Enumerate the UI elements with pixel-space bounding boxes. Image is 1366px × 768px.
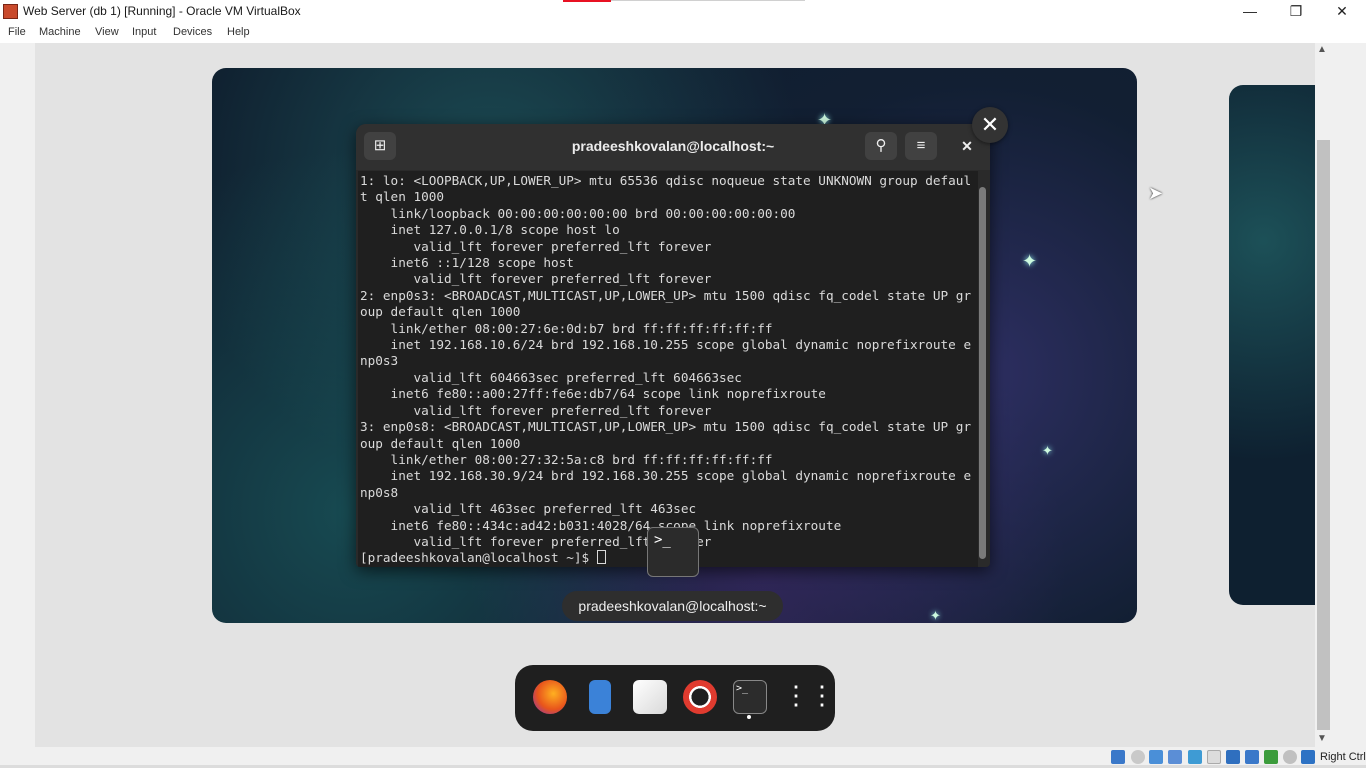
workspace-preview-next[interactable] <box>1229 85 1315 605</box>
hard-disk-icon[interactable] <box>1111 750 1125 764</box>
cpu-icon[interactable] <box>1264 750 1278 764</box>
terminal-line: inet6 fe80::a00:27ff:fe6e:db7/64 scope l… <box>360 386 826 402</box>
terminal-line: np0s3 <box>360 353 399 369</box>
terminal-text: 1: lo: <LOOPBACK,UP,LOWER_UP> mtu 65536 … <box>360 173 978 567</box>
close-window-icon[interactable]: ✕ <box>972 107 1008 143</box>
terminal-icon[interactable]: >_ <box>733 680 767 714</box>
help-icon[interactable] <box>683 680 717 714</box>
terminal-line: oup default qlen 1000 <box>360 435 521 451</box>
software-icon[interactable] <box>633 680 667 714</box>
mouse-pointer-icon: ➤ <box>1148 183 1164 203</box>
terminal-output[interactable]: 1: lo: <LOOPBACK,UP,LOWER_UP> mtu 65536 … <box>358 171 978 567</box>
window-caption: pradeeshkovalan@localhost:~ <box>562 591 783 621</box>
close-icon[interactable]: ✕ <box>1319 0 1365 23</box>
star-decoration: ✦ <box>1042 443 1053 458</box>
menu-devices[interactable]: Devices <box>173 26 212 38</box>
network-icon[interactable] <box>1168 750 1182 764</box>
menu-help[interactable]: Help <box>227 26 250 38</box>
files-icon[interactable] <box>589 680 611 714</box>
terminal-line: 3: enp0s8: <BROADCAST,MULTICAST,UP,LOWER… <box>360 419 972 435</box>
shared-folders-icon[interactable] <box>1207 750 1221 764</box>
terminal-close-icon[interactable]: ✕ <box>957 136 977 156</box>
star-decoration: ✦ <box>1022 251 1038 271</box>
scroll-down-icon[interactable]: ▼ <box>1317 733 1327 744</box>
terminal-line: link/ether 08:00:27:32:5a:c8 brd ff:ff:f… <box>360 451 773 467</box>
window-titlebar: Web Server (db 1) [Running] - Oracle VM … <box>0 0 1366 23</box>
star-decoration: ✦ <box>930 608 941 623</box>
terminal-line: valid_lft 463sec preferred_lft 463sec <box>360 501 697 517</box>
app-grid-icon[interactable]: ⋮⋮ <box>783 680 835 714</box>
terminal-line: valid_lft forever preferred_lft forever <box>360 238 712 254</box>
display-icon[interactable] <box>1226 750 1240 764</box>
terminal-line: 2: enp0s3: <BROADCAST,MULTICAST,UP,LOWER… <box>360 287 972 303</box>
virtualbox-icon <box>3 4 18 19</box>
menu-icon[interactable]: ≡ <box>905 132 937 160</box>
terminal-line: inet 192.168.30.9/24 brd 192.168.30.255 … <box>360 468 972 484</box>
terminal-scrollbar[interactable] <box>979 187 986 559</box>
firefox-icon[interactable] <box>533 680 567 714</box>
running-indicator <box>747 715 751 719</box>
terminal-line: np0s8 <box>360 484 399 500</box>
recording-icon[interactable] <box>1245 750 1259 764</box>
minimize-icon[interactable]: — <box>1227 0 1273 23</box>
menubar: File Machine View Input Devices Help <box>0 23 1366 43</box>
vm-scrollbar-thumb[interactable] <box>1317 140 1330 730</box>
usb-icon[interactable] <box>1188 750 1202 764</box>
titlebar-divider <box>611 0 805 1</box>
terminal-line: link/ether 08:00:27:6e:0d:b7 brd ff:ff:f… <box>360 320 773 336</box>
terminal-line: oup default qlen 1000 <box>360 304 521 320</box>
terminal-line: link/loopback 00:00:00:00:00:00 brd 00:0… <box>360 205 796 221</box>
search-icon[interactable]: ⚲ <box>865 132 897 160</box>
titlebar-accent <box>563 0 611 2</box>
terminal-app-icon: >_ <box>647 527 699 577</box>
host-key-label: Right Ctrl <box>1320 751 1366 763</box>
scroll-up-icon[interactable]: ▲ <box>1317 44 1327 55</box>
terminal-line: inet 192.168.10.6/24 brd 192.168.10.255 … <box>360 337 972 353</box>
terminal-line: inet 127.0.0.1/8 scope host lo <box>360 222 620 238</box>
terminal-headerbar: ⊞ pradeeshkovalan@localhost:~ ⚲ ≡ ✕ <box>356 124 990 170</box>
menu-view[interactable]: View <box>95 26 119 38</box>
prompt-text: [pradeeshkovalan@localhost ~]$ <box>360 550 597 566</box>
host-key-icon[interactable] <box>1301 750 1315 764</box>
terminal-line: 1: lo: <LOOPBACK,UP,LOWER_UP> mtu 65536 … <box>360 173 972 188</box>
menu-file[interactable]: File <box>8 26 26 38</box>
terminal-window[interactable]: ⊞ pradeeshkovalan@localhost:~ ⚲ ≡ ✕ 1: l… <box>356 124 990 567</box>
audio-icon[interactable] <box>1149 750 1163 764</box>
terminal-line: t qlen 1000 <box>360 189 445 205</box>
menu-input[interactable]: Input <box>132 26 156 38</box>
text-cursor[interactable] <box>596 550 606 565</box>
window-title: Web Server (db 1) [Running] - Oracle VM … <box>23 4 301 18</box>
terminal-line: valid_lft 604663sec preferred_lft 604663… <box>360 369 742 385</box>
terminal-line: valid_lft forever preferred_lft forever <box>360 402 712 418</box>
optical-drive-icon[interactable] <box>1131 750 1145 764</box>
terminal-line: inet6 ::1/128 scope host <box>360 255 574 271</box>
menu-machine[interactable]: Machine <box>39 26 81 38</box>
terminal-line: valid_lft forever preferred_lft forever <box>360 271 712 287</box>
restore-icon[interactable]: ❐ <box>1273 0 1319 23</box>
mouse-integration-icon[interactable] <box>1283 750 1297 764</box>
